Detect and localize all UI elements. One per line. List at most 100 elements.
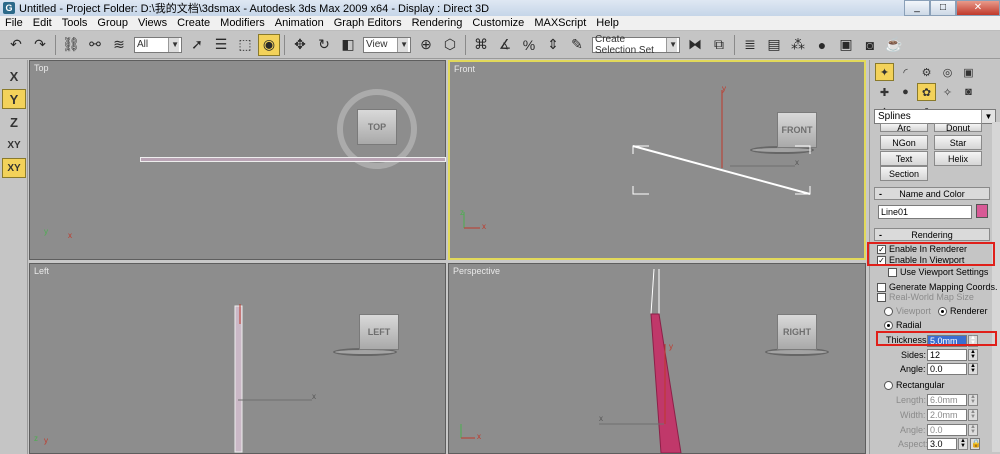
spinner-arrows-icon[interactable]: ▲ ▼ [968,424,978,436]
cameras-icon[interactable]: ◙ [959,83,978,101]
rectangular-selection-icon[interactable]: ⬚ [234,34,256,56]
menu-rendering[interactable]: Rendering [407,17,468,29]
text-button[interactable]: Text [880,151,928,166]
section-button[interactable]: Section [880,166,928,181]
select-by-name-icon[interactable]: ☰ [210,34,232,56]
quick-render-icon[interactable]: ☕ [883,34,905,56]
axis-xy-cycle-button[interactable]: XY [2,158,26,178]
curve-editor-icon[interactable]: ▤ [763,34,785,56]
window-crossing-icon[interactable]: ◉ [258,33,280,56]
generate-mapping-checkbox[interactable]: Generate Mapping Coords. [877,282,998,292]
axis-y-button[interactable]: Y [2,89,26,109]
material-editor-icon[interactable]: ● [811,34,833,56]
create-tab-icon[interactable]: ✦ [875,63,894,81]
layer-manager-icon[interactable]: ≣ [739,34,761,56]
menu-graph-editors[interactable]: Graph Editors [329,17,407,29]
axis-x-button[interactable]: X [2,66,26,86]
bind-space-warp-icon[interactable]: ≋ [108,34,130,56]
menu-views[interactable]: Views [133,17,172,29]
menu-tools[interactable]: Tools [57,17,93,29]
arc-button[interactable]: Arc [880,123,928,132]
category-dropdown[interactable]: Splines ▼ [874,109,996,124]
menu-file[interactable]: File [0,17,28,29]
render-setup-icon[interactable]: ▣ [835,34,857,56]
modify-tab-icon[interactable]: ◜ [896,63,915,81]
minimize-button[interactable]: _ [904,0,930,16]
selection-filter-dropdown[interactable]: All ▼ [134,36,182,53]
renderer-radio[interactable]: Renderer [938,306,988,316]
menu-help[interactable]: Help [591,17,624,29]
angle2-input[interactable]: 0.0 ▲ ▼ [927,424,978,436]
link-icon[interactable]: ⛓ [60,34,82,56]
spinner-arrows-icon[interactable]: ▲ ▼ [968,394,978,406]
lock-aspect-icon[interactable]: 🔒 [970,438,981,450]
menu-animation[interactable]: Animation [270,17,329,29]
spinner-arrows-icon[interactable]: ▲ ▼ [968,363,978,375]
use-viewport-settings-checkbox[interactable]: Use Viewport Settings [888,267,988,277]
axis-xy-button[interactable]: XY [2,135,26,155]
pivot-center-icon[interactable]: ⊕ [415,34,437,56]
menu-group[interactable]: Group [92,17,133,29]
sides-input[interactable]: 12 ▲ ▼ [927,349,978,361]
rendering-rollout[interactable]: - Rendering [874,228,990,241]
align-icon[interactable]: ⧉ [708,34,730,56]
snap-toggle-icon[interactable]: ⌘ [470,34,492,56]
object-name-field[interactable]: Line01 [878,205,972,219]
viewport-left[interactable]: Left LEFT x z y [29,263,446,454]
donut-button[interactable]: Donut [934,123,982,132]
viewport-front[interactable]: Front FRONT y x x z [448,60,866,260]
real-world-map-checkbox[interactable]: Real-World Map Size [877,292,974,302]
spinner-arrows-icon[interactable]: ▲ ▼ [968,349,978,361]
schematic-view-icon[interactable]: ⁂ [787,34,809,56]
select-manipulate-icon[interactable]: ⬡ [439,34,461,56]
redo-icon[interactable]: ↷ [29,34,51,56]
aspect-input[interactable]: 3.0 ▲ ▼ [927,438,968,450]
spline-object[interactable] [140,157,446,162]
move-icon[interactable]: ✥ [289,34,311,56]
mirror-icon[interactable]: ⧓ [684,34,706,56]
display-tab-icon[interactable]: ▣ [959,63,978,81]
menu-create[interactable]: Create [172,17,215,29]
menu-customize[interactable]: Customize [467,17,529,29]
axis-z-button[interactable]: Z [2,112,26,132]
menu-edit[interactable]: Edit [28,17,57,29]
name-color-rollout[interactable]: - Name and Color [874,187,990,200]
spinner-arrows-icon[interactable]: ▲ ▼ [958,438,968,450]
viewport-perspective[interactable]: Perspective RIGHT y x x [448,263,866,454]
viewport-label[interactable]: Top [34,63,49,73]
width-input[interactable]: 2.0mm ▲ ▼ [927,409,978,421]
app-icon[interactable]: G [3,2,15,14]
viewcube[interactable]: TOP [357,109,397,145]
helix-button[interactable]: Helix [934,151,982,166]
hierarchy-tab-icon[interactable]: ⚙ [917,63,936,81]
ngon-button[interactable]: NGon [880,135,928,150]
scale-icon[interactable]: ◧ [337,34,359,56]
star-button[interactable]: Star [934,135,982,150]
radial-radio[interactable]: Radial [884,320,922,330]
rectangular-radio[interactable]: Rectangular [884,380,945,390]
spinner-snap-icon[interactable]: ⇕ [542,34,564,56]
viewport-radio[interactable]: Viewport [884,306,931,316]
lights-icon[interactable]: ✧ [938,83,957,101]
rotate-icon[interactable]: ↻ [313,34,335,56]
render-frame-icon[interactable]: ◙ [859,34,881,56]
undo-icon[interactable]: ↶ [5,34,27,56]
edit-named-selection-icon[interactable]: ✎ [566,34,588,56]
angle-snap-icon[interactable]: ∡ [494,34,516,56]
unlink-icon[interactable]: ⚯ [84,34,106,56]
reference-coordinate-dropdown[interactable]: View ▼ [363,36,411,53]
spinner-arrows-icon[interactable]: ▲ ▼ [968,409,978,421]
object-color-swatch[interactable] [976,204,988,218]
select-object-icon[interactable]: ➚ [186,34,208,56]
geometry-icon[interactable]: ● [896,83,915,101]
shapes-icon[interactable]: ✿ [917,83,936,101]
length-input[interactable]: 6.0mm ▲ ▼ [927,394,978,406]
motion-tab-icon[interactable]: ◎ [938,63,957,81]
utilities-tab-icon[interactable]: ✚ [875,83,894,101]
named-selection-set-dropdown[interactable]: Create Selection Set ▼ [592,34,680,56]
angle-input[interactable]: 0.0 ▲ ▼ [927,363,978,375]
menu-maxscript[interactable]: MAXScript [529,17,591,29]
maximize-button[interactable]: □ [930,0,956,16]
close-button[interactable]: ✕ [956,0,1000,16]
percent-snap-icon[interactable]: % [518,34,540,56]
